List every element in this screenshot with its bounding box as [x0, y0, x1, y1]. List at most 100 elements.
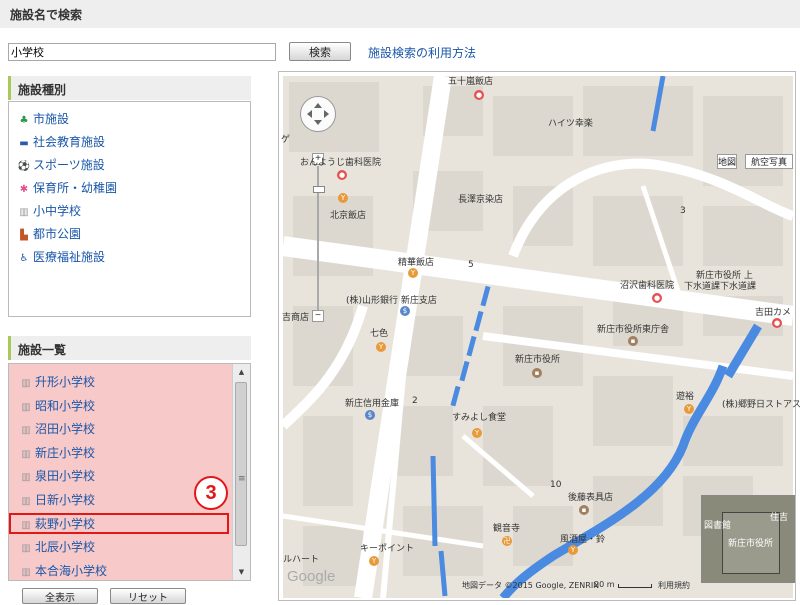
zoom-out-button[interactable]: −: [312, 310, 324, 322]
map-scale-bar: [618, 584, 652, 588]
show-all-button[interactable]: 全表示: [22, 588, 98, 604]
school-icon: ▥: [21, 543, 31, 554]
reset-button[interactable]: リセット: [110, 588, 186, 604]
list-item-label: 升形小学校: [35, 375, 96, 389]
map-label: 新庄市役所東庁舎: [597, 325, 670, 335]
list-item-label: 新庄小学校: [35, 446, 96, 460]
overview-label: 新庄市役所: [728, 539, 774, 549]
type-item-label: 市施設: [33, 112, 70, 126]
type-item-sports[interactable]: ⚽ スポーツ施設: [17, 156, 105, 174]
map-label: ルハート: [283, 555, 320, 565]
facility-type-header: 施設種別: [8, 76, 251, 100]
google-logo: Google: [287, 568, 336, 585]
map-label: (株)郷野日ストアス: [722, 400, 800, 410]
overview-label: 住吉: [770, 513, 789, 523]
government-pin-icon: ▪: [532, 368, 542, 378]
overview-label: 図書館: [704, 521, 732, 531]
list-item-label: 昭和小学校: [35, 399, 96, 413]
map-attribution: 地図データ ©2015 Google, ZENRIN: [462, 581, 600, 590]
map-label: ハイツ幸楽: [548, 119, 593, 129]
type-item-city-park[interactable]: ▙ 都市公園: [17, 225, 81, 243]
type-item-label: 社会教育施設: [33, 135, 106, 149]
restaurant-fork-icon: Y: [472, 428, 482, 438]
search-help-link[interactable]: 施設検索の利用方法: [368, 44, 476, 61]
list-item-label: 本合海小学校: [35, 564, 108, 578]
map-label: 沼沢歯科医院: [620, 281, 675, 291]
type-item-nursery[interactable]: ✱ 保育所・幼稚園: [17, 179, 117, 197]
grip-icon: ≡: [238, 474, 246, 484]
bank-pin-icon: $: [365, 410, 375, 420]
list-item-label: 沼田小学校: [35, 422, 96, 436]
type-item-social-education[interactable]: ▬ 社会教育施設: [17, 133, 105, 151]
sprout-icon: ♣: [19, 115, 29, 126]
map-type-satellite-button[interactable]: 航空写真: [745, 154, 793, 169]
map-label: 観音寺: [493, 524, 521, 534]
soccer-ball-icon: ⚽: [17, 161, 31, 172]
type-item-schools[interactable]: ▥ 小中学校: [17, 202, 81, 220]
shop-pin-icon: ●: [772, 318, 782, 328]
school-icon: ▥: [21, 496, 31, 507]
list-item[interactable]: ▥ 升形小学校: [19, 373, 229, 391]
bank-pin-icon: $: [400, 306, 410, 316]
scroll-up-arrow-icon[interactable]: ▲: [233, 364, 250, 380]
restaurant-fork-icon: Y: [684, 404, 694, 414]
map-label: すみよし食堂: [452, 413, 507, 423]
map-overview[interactable]: 新庄市役所 図書館 住吉: [701, 495, 795, 583]
scroll-thumb[interactable]: ≡: [235, 382, 247, 546]
list-item[interactable]: ▥ 北辰小学校: [19, 538, 229, 556]
list-item[interactable]: ▥ 新庄小学校: [19, 444, 229, 462]
list-item-label: 泉田小学校: [35, 469, 96, 483]
restaurant-fork-icon: Y: [338, 193, 348, 203]
map-label: (株)山形銀行 新庄支店: [346, 296, 437, 306]
laptop-icon: ▬: [19, 138, 29, 149]
list-item[interactable]: ▥ 本合海小学校: [19, 562, 229, 580]
school-icon: ▥: [21, 472, 31, 483]
map-pan-control[interactable]: [300, 96, 336, 132]
list-scrollbar[interactable]: ▲ ≡ ▼: [232, 364, 250, 580]
map-terms-link[interactable]: 利用規約: [658, 580, 690, 591]
type-item-medical-welfare[interactable]: ♿ 医療福祉施設: [17, 248, 106, 266]
map-label: 3: [680, 206, 686, 216]
map-label: ゲ: [281, 135, 291, 145]
zoom-slider-handle[interactable]: [313, 186, 325, 193]
type-item-label: スポーツ施設: [33, 158, 105, 172]
facility-list-header-label: 施設一覧: [18, 343, 67, 357]
facility-search-input[interactable]: [8, 43, 276, 61]
map-label: 北京飯店: [330, 211, 367, 221]
map-label: 新庄信用金庫: [345, 399, 400, 409]
type-item-label: 医療福祉施設: [33, 250, 106, 264]
map-type-map-button[interactable]: 地図: [717, 154, 738, 169]
map-label: 新庄市役所: [515, 355, 561, 365]
list-item-label: 日新小学校: [35, 493, 96, 507]
list-item-label: 北辰小学校: [35, 540, 96, 554]
dental-pin-icon: ●: [337, 170, 347, 180]
map-label: 長澤京染店: [458, 195, 504, 205]
shop-pin-icon: ▪: [579, 505, 589, 515]
school-icon: ▥: [21, 449, 31, 460]
type-item-city-facility[interactable]: ♣ 市施設: [17, 110, 70, 128]
search-header-title: 施設名で検索: [10, 8, 83, 22]
map-label: 5: [468, 260, 474, 270]
facility-type-header-label: 施設種別: [18, 83, 67, 97]
list-item[interactable]: ▥ 沼田小学校: [19, 420, 229, 438]
map-label: 後藤表具店: [568, 493, 614, 503]
park-icon: ▙: [20, 230, 28, 241]
search-button[interactable]: 検索: [289, 42, 351, 61]
map-label: 10: [550, 480, 562, 490]
map-label: 下水道課下水道課: [684, 282, 757, 292]
map-label: キーポイント: [360, 544, 415, 554]
school-icon: ▥: [19, 207, 29, 218]
map-label: 吉商店: [282, 313, 310, 323]
facility-list-panel[interactable]: ▥ 升形小学校 ▥ 昭和小学校 ▥ 沼田小学校 ▥ 新庄小学校 ▥ 泉田小学校 ▥ 日新小学…: [8, 363, 251, 581]
restaurant-fork-icon: Y: [568, 545, 578, 555]
scroll-down-arrow-icon[interactable]: ▼: [233, 564, 250, 580]
map-label: 七色: [370, 329, 389, 339]
map-label: おんようじ歯科医院: [300, 158, 382, 168]
list-item[interactable]: ▥ 昭和小学校: [19, 397, 229, 415]
dental-pin-icon: ●: [652, 293, 662, 303]
step-number-badge: 3: [194, 476, 228, 510]
map-label: 精華飯店: [398, 258, 435, 268]
map-label: 吉田カメ: [755, 308, 792, 318]
restaurant-fork-icon: Y: [408, 268, 418, 278]
facility-list-header: 施設一覧: [8, 336, 251, 360]
